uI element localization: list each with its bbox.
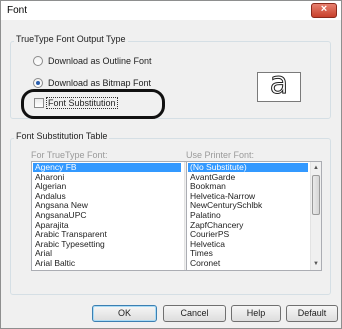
- bitmap-font-radio[interactable]: [33, 78, 43, 88]
- truetype-font-list-item[interactable]: Arial Baltic: [33, 259, 181, 268]
- printer-font-list[interactable]: (No Substitute) AvantGarde Bookman Helvetic…: [186, 161, 322, 271]
- scroll-down-icon[interactable]: ▼: [311, 259, 321, 269]
- substitution-table-label: Font Substitution Table: [14, 131, 110, 141]
- truetype-font-list-item[interactable]: Arabic Transparent: [33, 230, 181, 239]
- highlight-annotation: [21, 89, 165, 119]
- printer-font-list-item[interactable]: (No Substitute): [188, 163, 308, 172]
- truetype-font-list-item[interactable]: Arabic Typesetting: [33, 239, 181, 249]
- default-button[interactable]: Default: [286, 305, 338, 322]
- close-icon: ×: [320, 3, 328, 15]
- title-bar: Font ×: [1, 1, 341, 20]
- dialog-title: Font: [7, 5, 28, 16]
- truetype-font-list-item[interactable]: Algerian: [33, 182, 181, 191]
- cancel-button[interactable]: Cancel: [163, 305, 226, 322]
- scroll-up-icon[interactable]: ▲: [311, 163, 321, 173]
- printer-list-scrollbar[interactable]: ▲ ▼: [310, 162, 321, 270]
- printer-font-list-item[interactable]: Palatino: [188, 211, 308, 220]
- outline-font-label: Download as Outline Font: [48, 56, 152, 66]
- printer-scroll-thumb[interactable]: [312, 175, 320, 215]
- truetype-font-list-item[interactable]: AngsanaUPC: [33, 211, 181, 220]
- truetype-column-label: For TrueType Font:: [31, 150, 108, 160]
- printer-column-label: Use Printer Font:: [186, 150, 255, 160]
- close-button[interactable]: ×: [311, 3, 337, 18]
- printer-font-list-item[interactable]: Coronet: [188, 259, 308, 268]
- printer-font-list-item[interactable]: CourierPS: [188, 230, 308, 239]
- outline-font-radio[interactable]: [33, 56, 43, 66]
- truetype-font-list[interactable]: Agency FB Aharoni Algerian Andalus Angsana N…: [31, 161, 196, 271]
- font-preview: a: [257, 66, 301, 102]
- output-type-group-label: TrueType Font Output Type: [14, 34, 128, 44]
- preview-glyph: a: [269, 66, 289, 102]
- bitmap-font-label: Download as Bitmap Font: [48, 78, 152, 88]
- ok-button[interactable]: OK: [92, 305, 157, 322]
- font-dialog: Font × TrueType Font Output Type Downloa…: [0, 0, 342, 329]
- truetype-font-list-item[interactable]: Agency FB: [33, 163, 181, 172]
- help-button[interactable]: Help: [231, 305, 281, 322]
- printer-font-list-item[interactable]: Bookman: [188, 182, 308, 191]
